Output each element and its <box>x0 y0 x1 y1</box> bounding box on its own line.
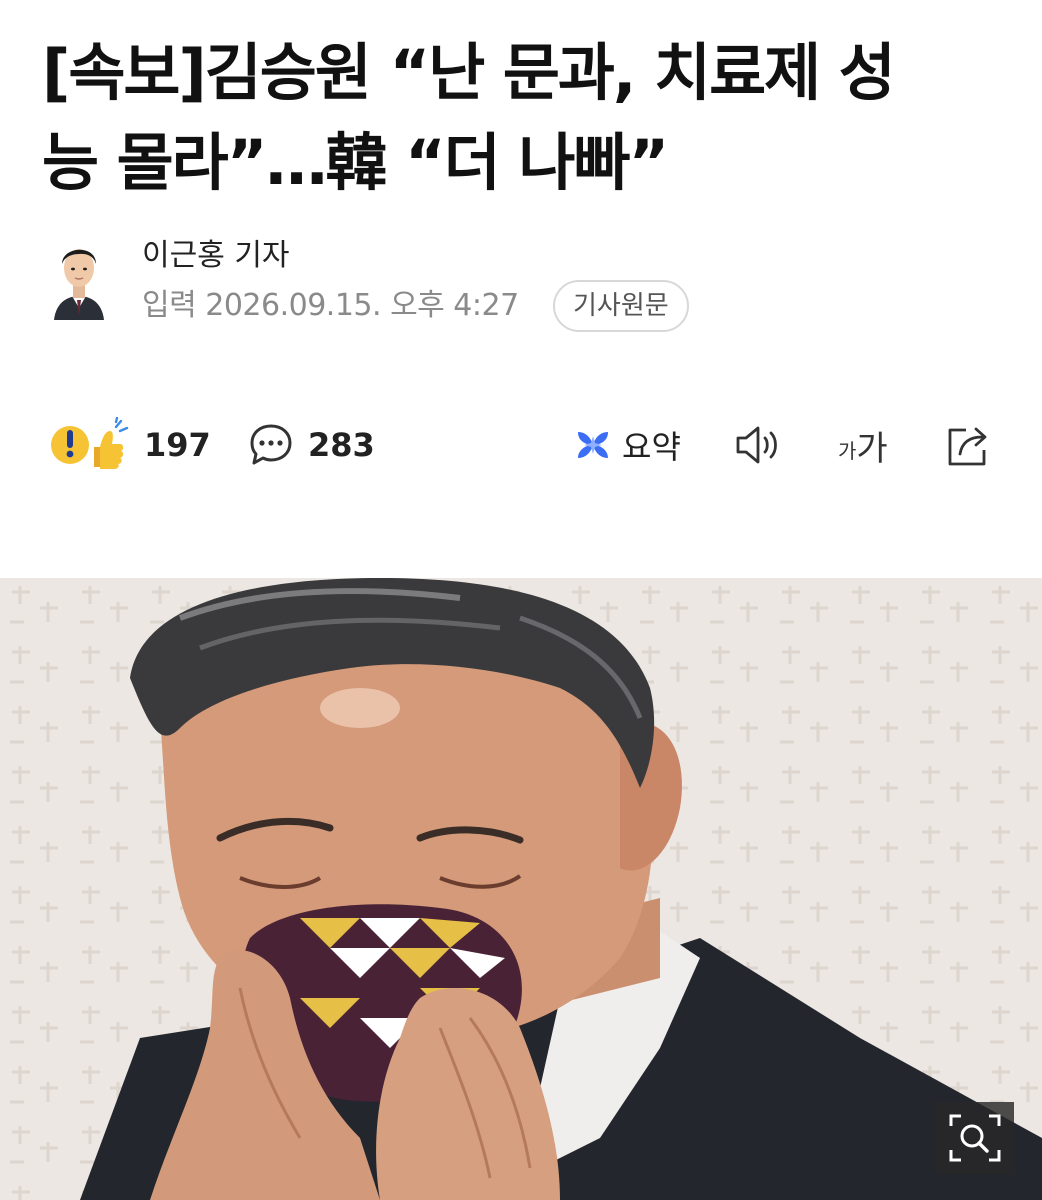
reaction-emoji-icon <box>51 417 129 469</box>
published-date: 입력 2026.09.15. 오후 4:27 <box>142 288 519 323</box>
font-size-large-label: 가 <box>856 428 888 469</box>
comment-count: 283 <box>308 426 375 464</box>
comment-bubble-icon <box>250 424 292 465</box>
summary-label: 요약 <box>622 428 681 466</box>
summary-button[interactable]: 요약 <box>574 412 681 478</box>
share-button[interactable] <box>944 412 994 478</box>
byline: 이근홍 기자 입력 2026.09.15. 오후 4:27 기사원문 <box>50 238 750 332</box>
reaction-count: 197 <box>144 426 211 464</box>
reaction-button[interactable]: 197 <box>50 412 211 478</box>
font-size-icon: 가 가 <box>838 421 888 470</box>
speaker-icon <box>736 426 777 464</box>
article-action-bar: 197 283 요약 가 가 <box>0 412 1042 478</box>
headline-line-1: [속보]김승원 “난 문과, 치료제 성 <box>42 36 896 109</box>
photo-zoom-button[interactable] <box>936 1102 1014 1174</box>
zoom-magnifier-icon <box>949 1114 1001 1162</box>
headline-line-2: 능 몰라”…韓 “더 나빠” <box>42 126 669 199</box>
article-headline: [속보]김승원 “난 문과, 치료제 성 능 몰라”…韓 “더 나빠” <box>42 28 1002 208</box>
reporter-name[interactable]: 이근홍 기자 <box>142 238 290 274</box>
ai-summary-icon <box>578 432 608 458</box>
font-size-button[interactable]: 가 가 <box>838 412 888 478</box>
reporter-avatar[interactable] <box>50 238 108 320</box>
font-size-small-label: 가 <box>838 438 857 463</box>
original-article-button[interactable]: 기사원문 <box>553 280 689 332</box>
audio-button[interactable] <box>734 412 786 478</box>
comment-button[interactable]: 283 <box>248 412 375 478</box>
share-icon <box>948 427 987 466</box>
article-photo[interactable] <box>0 578 1042 1200</box>
